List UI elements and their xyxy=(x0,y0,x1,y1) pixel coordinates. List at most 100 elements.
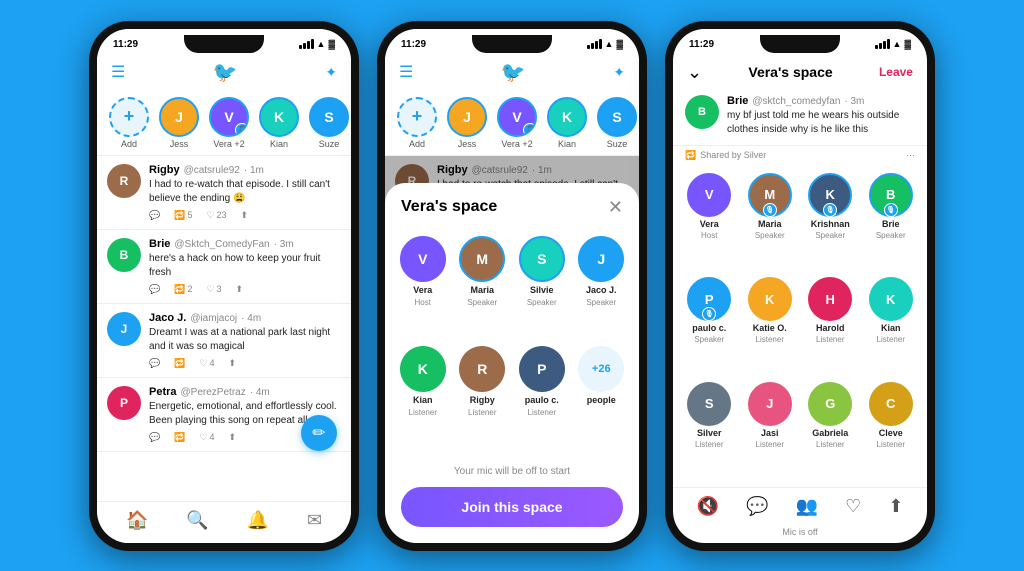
retweet-action[interactable]: 🔁 5 xyxy=(174,210,192,221)
people-icon[interactable]: 👥 xyxy=(796,496,818,517)
story-jess[interactable]: J Jess xyxy=(157,97,201,149)
menu-icon[interactable]: ☰ xyxy=(111,62,125,82)
silvie-p-role: Speaker xyxy=(527,298,557,307)
shared-by-text: Shared by Silver xyxy=(700,150,766,160)
silvie-p-avatar[interactable]: S xyxy=(519,236,565,282)
room-cleve: C Cleve Listener xyxy=(865,382,918,479)
story-suze[interactable]: S Suze xyxy=(307,97,351,149)
suze-avatar[interactable]: S xyxy=(309,97,349,137)
suze-avatar-2[interactable]: S xyxy=(597,97,637,137)
notch-2 xyxy=(472,35,552,53)
story-vera[interactable]: V 🎵 Vera +2 xyxy=(207,97,251,149)
join-space-button[interactable]: Join this space xyxy=(401,487,623,527)
nav-messages[interactable]: ✉ xyxy=(307,510,322,531)
paulo-p-role: Listener xyxy=(528,408,556,417)
nav-notifications[interactable]: 🔔 xyxy=(247,510,269,531)
kian-p-avatar[interactable]: K xyxy=(400,346,446,392)
kian-avatar-2[interactable]: K xyxy=(547,97,587,137)
back-chevron-icon[interactable]: ⌄ xyxy=(687,62,702,83)
tweet-jaco[interactable]: J Jaco J. @iamjacoj · 4m Dreamt I was at… xyxy=(97,304,351,378)
maria-p-name: Maria xyxy=(470,285,494,295)
story-add[interactable]: + Add xyxy=(107,97,151,149)
retweet-4[interactable]: 🔁 xyxy=(174,432,185,443)
room-participants-grid: V Vera Host M 🎙 Maria Speaker K 🎙 Krishn… xyxy=(673,165,927,487)
menu-icon-2[interactable]: ☰ xyxy=(399,62,413,82)
jess-avatar-2[interactable]: J xyxy=(447,97,487,137)
heart-icon[interactable]: ♡ xyxy=(845,496,861,517)
room-brie-av[interactable]: B 🎙 xyxy=(869,173,913,217)
share-3[interactable]: ⬆ xyxy=(229,358,237,369)
vera-avatar-2[interactable]: V 🎵 xyxy=(497,97,537,137)
signal-icon xyxy=(299,39,314,49)
reply-action[interactable]: 💬 xyxy=(149,210,160,221)
screen-2: 11:29 ▲ ▓ ☰ 🐦 ✦ + Add J Jess xyxy=(385,29,639,543)
room-maria-avatar[interactable]: M 🎙 xyxy=(748,173,792,217)
more-icon[interactable]: ··· xyxy=(906,150,915,160)
room-harold-role: Listener xyxy=(816,335,844,344)
like-4[interactable]: ♡ 4 xyxy=(199,432,214,443)
reply-4[interactable]: 💬 xyxy=(149,432,160,443)
battery-icon-3: ▓ xyxy=(904,39,911,49)
reply-3[interactable]: 💬 xyxy=(149,358,160,369)
plus-people-label: people xyxy=(587,395,616,405)
sparkle-icon-2[interactable]: ✦ xyxy=(613,64,625,81)
phone2-bg: R Rigby @catsrule92 · 1m I had to re-wat… xyxy=(385,156,639,543)
kian-avatar[interactable]: K xyxy=(259,97,299,137)
vera-avatar[interactable]: V 🎵 xyxy=(209,97,249,137)
retweet-3[interactable]: 🔁 xyxy=(174,358,185,369)
story-kian[interactable]: K Kian xyxy=(257,97,301,149)
story-jess-2[interactable]: J Jess xyxy=(445,97,489,149)
room-gabriela-avatar[interactable]: G xyxy=(808,382,852,426)
maria-p-avatar[interactable]: M xyxy=(459,236,505,282)
room-harold-avatar[interactable]: H xyxy=(808,277,852,321)
rigby-header: Rigby @catsrule92 · 1m xyxy=(149,164,341,176)
story-kian-2[interactable]: K Kian xyxy=(545,97,589,149)
rigby-p-avatar[interactable]: R xyxy=(459,346,505,392)
room-katie-avatar[interactable]: K xyxy=(748,277,792,321)
share-4[interactable]: ⬆ xyxy=(229,432,237,443)
story-suze-2[interactable]: S Suze xyxy=(595,97,639,149)
share-action[interactable]: ⬆ xyxy=(241,210,249,221)
retweet-action-2[interactable]: 🔁 2 xyxy=(174,284,192,295)
space-close-icon[interactable]: ✕ xyxy=(608,197,623,218)
add-story-avatar[interactable]: + xyxy=(109,97,149,137)
compose-fab[interactable]: ✏ xyxy=(301,415,337,451)
rigby-text: I had to re-watch that episode. I still … xyxy=(149,178,341,206)
story-add-2[interactable]: + Add xyxy=(395,97,439,149)
vera-p-avatar[interactable]: V xyxy=(400,236,446,282)
participant-plus[interactable]: +26 people xyxy=(576,346,628,448)
room-brie: B 🎙 Brie Speaker xyxy=(865,173,918,270)
room-krishnan-avatar[interactable]: K 🎙 xyxy=(808,173,852,217)
room-jasi-avatar[interactable]: J xyxy=(748,382,792,426)
tweet-rigby[interactable]: R Rigby @catsrule92 · 1m I had to re-wat… xyxy=(97,156,351,230)
leave-button[interactable]: Leave xyxy=(879,65,913,79)
add-story-2[interactable]: + xyxy=(397,97,437,137)
room-kian-avatar[interactable]: K xyxy=(869,277,913,321)
room-cleve-avatar[interactable]: C xyxy=(869,382,913,426)
like-action-2[interactable]: ♡ 3 xyxy=(206,284,221,295)
share-action-2[interactable]: ⬆ xyxy=(236,284,244,295)
jaco-p-avatar[interactable]: J xyxy=(578,236,624,282)
room-silver-avatar[interactable]: S xyxy=(687,382,731,426)
participant-paulo: P paulo c. Listener xyxy=(516,346,568,448)
room-vera-avatar[interactable]: V xyxy=(687,173,731,217)
jess-avatar[interactable]: J xyxy=(159,97,199,137)
add-label-2: Add xyxy=(409,139,425,149)
nav-home[interactable]: 🏠 xyxy=(126,510,148,531)
rigby-time: · 1m xyxy=(244,165,264,176)
mic-badge-brie: 🎙 xyxy=(884,203,898,217)
chat-icon[interactable]: 💬 xyxy=(746,496,768,517)
plus-people-avatar[interactable]: +26 xyxy=(578,346,624,392)
like-3[interactable]: ♡ 4 xyxy=(199,358,214,369)
sparkle-icon[interactable]: ✦ xyxy=(325,64,337,81)
paulo-p-avatar[interactable]: P xyxy=(519,346,565,392)
like-action[interactable]: ♡ 23 xyxy=(206,210,226,221)
room-gabriela: G Gabriela Listener xyxy=(804,382,857,479)
nav-search[interactable]: 🔍 xyxy=(186,510,208,531)
tweet-brie[interactable]: B Brie @Sktch_ComedyFan · 3m here's a ha… xyxy=(97,230,351,304)
room-paulo-avatar[interactable]: P 🎙 xyxy=(687,277,731,321)
story-vera-2[interactable]: V 🎵 Vera +2 xyxy=(495,97,539,149)
share-icon[interactable]: ⬆ xyxy=(888,496,903,517)
reply-action-2[interactable]: 💬 xyxy=(149,284,160,295)
mic-off-icon[interactable]: 🔇 xyxy=(697,496,719,517)
